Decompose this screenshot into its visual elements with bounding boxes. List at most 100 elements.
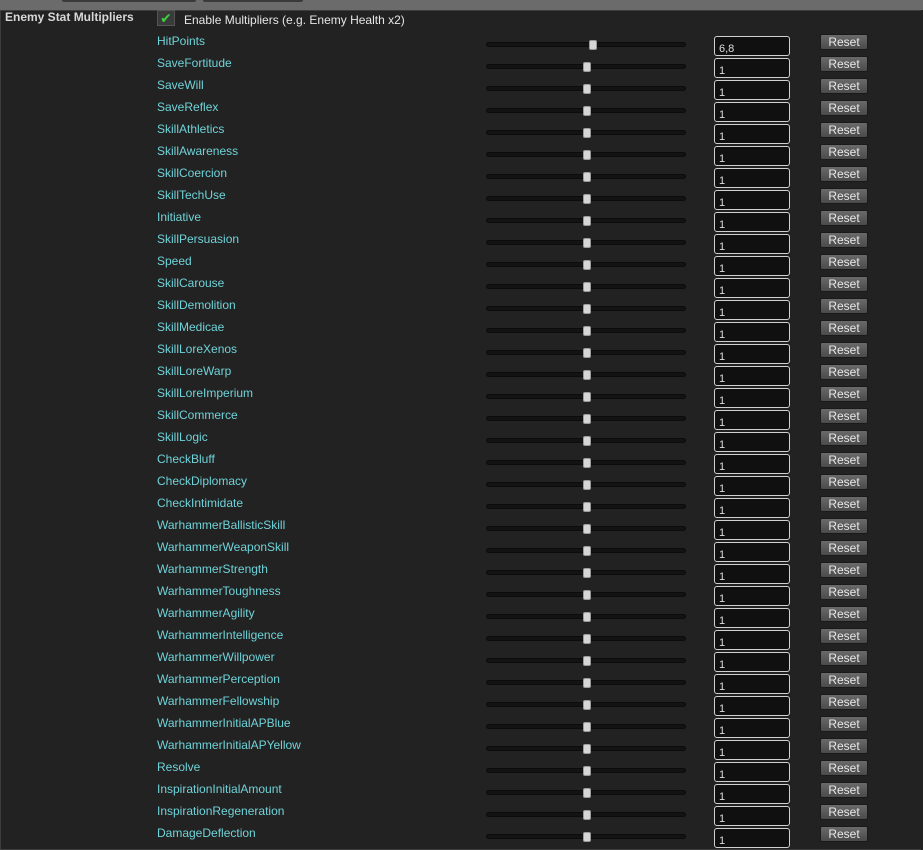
slider-thumb[interactable] [583,392,591,402]
reset-button[interactable]: Reset [820,672,868,688]
reset-button[interactable]: Reset [820,716,868,732]
multiplier-value-input[interactable] [714,300,790,320]
multiplier-value-input[interactable] [714,102,790,122]
reset-button[interactable]: Reset [820,760,868,776]
multiplier-slider[interactable] [486,634,686,644]
multiplier-slider[interactable] [486,436,686,446]
slider-thumb[interactable] [583,788,591,798]
reset-button[interactable]: Reset [820,232,868,248]
slider-thumb[interactable] [583,128,591,138]
multiplier-value-input[interactable] [714,718,790,738]
reset-button[interactable]: Reset [820,210,868,226]
multiplier-value-input[interactable] [714,476,790,496]
multiplier-value-input[interactable] [714,498,790,518]
slider-thumb[interactable] [583,370,591,380]
multiplier-value-input[interactable] [714,608,790,628]
reset-button[interactable]: Reset [820,276,868,292]
reset-button[interactable]: Reset [820,474,868,490]
slider-thumb[interactable] [583,502,591,512]
reset-button[interactable]: Reset [820,452,868,468]
multiplier-slider[interactable] [486,722,686,732]
multiplier-slider[interactable] [486,370,686,380]
slider-thumb[interactable] [583,744,591,754]
top-tab-right[interactable] [203,0,303,2]
multiplier-slider[interactable] [486,172,686,182]
multiplier-value-input[interactable] [714,344,790,364]
reset-button[interactable]: Reset [820,56,868,72]
reset-button[interactable]: Reset [820,78,868,94]
multiplier-slider[interactable] [486,766,686,776]
multiplier-slider[interactable] [486,282,686,292]
multiplier-slider[interactable] [486,106,686,116]
multiplier-value-input[interactable] [714,696,790,716]
slider-thumb[interactable] [583,62,591,72]
reset-button[interactable]: Reset [820,166,868,182]
multiplier-value-input[interactable] [714,190,790,210]
reset-button[interactable]: Reset [820,606,868,622]
multiplier-value-input[interactable] [714,740,790,760]
reset-button[interactable]: Reset [820,188,868,204]
multiplier-value-input[interactable] [714,806,790,826]
reset-button[interactable]: Reset [820,364,868,380]
reset-button[interactable]: Reset [820,540,868,556]
slider-thumb[interactable] [583,480,591,490]
slider-thumb[interactable] [583,106,591,116]
multiplier-slider[interactable] [486,810,686,820]
reset-button[interactable]: Reset [820,496,868,512]
multiplier-slider[interactable] [486,700,686,710]
reset-button[interactable]: Reset [820,562,868,578]
slider-thumb[interactable] [583,238,591,248]
multiplier-slider[interactable] [486,326,686,336]
slider-thumb[interactable] [583,348,591,358]
multiplier-value-input[interactable] [714,762,790,782]
slider-thumb[interactable] [583,568,591,578]
reset-button[interactable]: Reset [820,430,868,446]
slider-thumb[interactable] [583,656,591,666]
multiplier-slider[interactable] [486,238,686,248]
slider-thumb[interactable] [583,282,591,292]
multiplier-value-input[interactable] [714,542,790,562]
reset-button[interactable]: Reset [820,100,868,116]
slider-thumb[interactable] [583,260,591,270]
multiplier-value-input[interactable] [714,58,790,78]
multiplier-slider[interactable] [486,304,686,314]
slider-thumb[interactable] [583,590,591,600]
multiplier-value-input[interactable] [714,520,790,540]
reset-button[interactable]: Reset [820,628,868,644]
multiplier-slider[interactable] [486,788,686,798]
slider-thumb[interactable] [583,524,591,534]
multiplier-slider[interactable] [486,744,686,754]
multiplier-value-input[interactable] [714,454,790,474]
multiplier-value-input[interactable] [714,828,790,848]
multiplier-value-input[interactable] [714,234,790,254]
reset-button[interactable]: Reset [820,518,868,534]
multiplier-value-input[interactable] [714,146,790,166]
multiplier-slider[interactable] [486,502,686,512]
reset-button[interactable]: Reset [820,804,868,820]
multiplier-value-input[interactable] [714,586,790,606]
multiplier-value-input[interactable] [714,784,790,804]
slider-thumb[interactable] [583,722,591,732]
multiplier-slider[interactable] [486,150,686,160]
multiplier-slider[interactable] [486,678,686,688]
multiplier-value-input[interactable] [714,652,790,672]
multiplier-value-input[interactable] [714,322,790,342]
slider-thumb[interactable] [583,700,591,710]
enable-multipliers-checkbox[interactable]: ✔ [157,10,175,26]
multiplier-slider[interactable] [486,128,686,138]
top-tab-left[interactable] [62,0,196,2]
slider-thumb[interactable] [583,84,591,94]
slider-thumb[interactable] [583,414,591,424]
multiplier-slider[interactable] [486,216,686,226]
slider-thumb[interactable] [589,40,597,50]
multiplier-slider[interactable] [486,546,686,556]
multiplier-slider[interactable] [486,392,686,402]
multiplier-value-input[interactable] [714,564,790,584]
multiplier-slider[interactable] [486,414,686,424]
slider-thumb[interactable] [583,150,591,160]
multiplier-value-input[interactable] [714,36,790,56]
reset-button[interactable]: Reset [820,144,868,160]
reset-button[interactable]: Reset [820,584,868,600]
multiplier-value-input[interactable] [714,256,790,276]
multiplier-slider[interactable] [486,458,686,468]
